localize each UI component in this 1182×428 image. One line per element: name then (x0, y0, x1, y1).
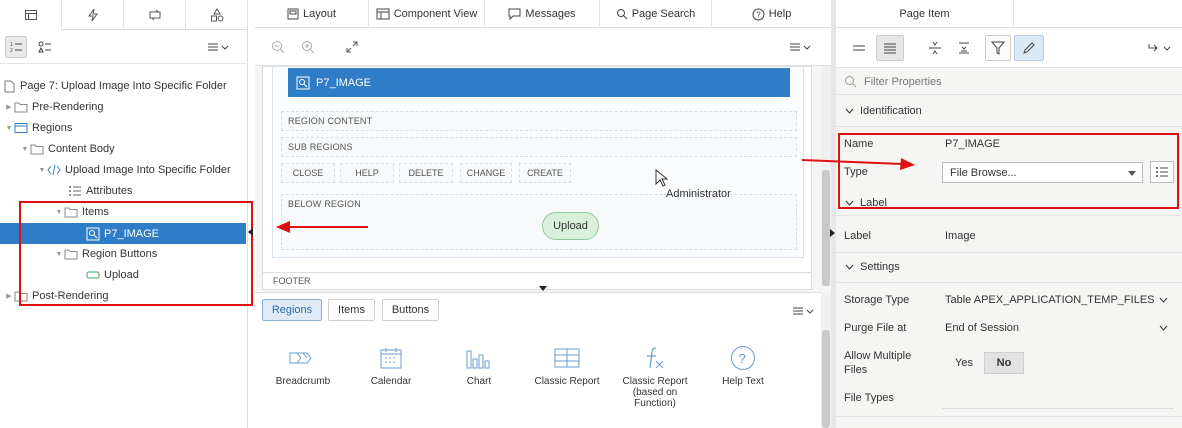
annotation-arrows (276, 158, 915, 233)
arrowhead-icon (276, 221, 290, 233)
arrow-to-type (801, 159, 903, 165)
arrowhead-icon (900, 158, 915, 170)
